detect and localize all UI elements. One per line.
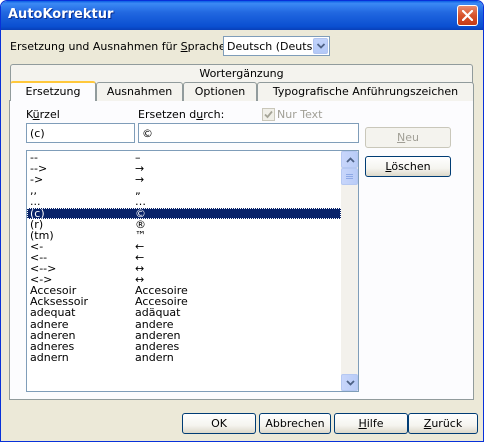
list-item-short: adnere: [30, 317, 69, 331]
replacement-list-rows: -- – --> → -> →,, „... … (c) © (r) ® (tm) ™ <- ← <-- ← <--…: [27, 151, 341, 391]
chevron-down-icon: [317, 43, 325, 49]
checkmark-icon: [264, 110, 273, 119]
list-item[interactable]: -- –: [27, 152, 341, 163]
window-title: AutoKorrektur: [8, 7, 114, 22]
list-item-replacement: andern: [135, 350, 174, 364]
list-item[interactable]: adneren anderen: [27, 330, 341, 341]
list-item[interactable]: (r) ®: [27, 219, 341, 230]
tab-ersetzung[interactable]: Ersetzung: [10, 81, 96, 101]
language-label: Ersetzung und Ausnahmen für Sprache:: [10, 40, 230, 53]
list-scrollbar[interactable]: [341, 151, 358, 391]
list-item[interactable]: <--> ↔: [27, 263, 341, 274]
list-item[interactable]: adequat adäquat: [27, 307, 341, 318]
replacement-list[interactable]: -- – --> → -> →,, „... … (c) © (r) ® (tm) ™ <- ← <-- ← <--…: [26, 150, 359, 392]
title-bar[interactable]: AutoKorrektur: [1, 1, 483, 30]
list-item-short: (r): [30, 217, 44, 231]
cancel-button[interactable]: Abbrechen: [259, 413, 331, 434]
list-item[interactable]: adnern andern: [27, 352, 341, 363]
list-item[interactable]: --> →: [27, 163, 341, 174]
list-item-replacement: andere: [135, 317, 174, 331]
ok-button[interactable]: OK: [182, 413, 256, 434]
text-only-checkbox[interactable]: [262, 108, 275, 121]
replace-input[interactable]: ©: [138, 123, 359, 143]
list-item[interactable]: ,, „: [27, 185, 341, 196]
language-select[interactable]: Deutsch (Deutschland): [223, 36, 330, 56]
list-item-replacement: adäquat: [135, 306, 181, 320]
replace-label: Ersetzen durch:: [138, 108, 225, 121]
tab-optionen[interactable]: Optionen: [183, 82, 257, 101]
list-item-short: ...: [30, 195, 41, 209]
autokorrektur-dialog: AutoKorrektur Ersetzung und Ausnahmen fü…: [0, 0, 484, 442]
list-item[interactable]: (c) ©: [27, 206, 341, 220]
list-item[interactable]: ... …: [27, 196, 341, 207]
scroll-down-button[interactable]: [341, 374, 358, 391]
list-item[interactable]: (tm) ™: [27, 230, 341, 241]
delete-button[interactable]: Löschen: [365, 156, 451, 177]
new-button[interactable]: Neu: [365, 127, 451, 148]
close-icon: [462, 10, 473, 21]
list-item-short: adnern: [30, 350, 69, 364]
list-item[interactable]: <-- ←: [27, 252, 341, 263]
chevron-down-icon: [346, 380, 355, 386]
text-only-label: Nur Text: [277, 108, 323, 121]
list-item-short: (c): [30, 206, 45, 220]
list-item[interactable]: <- ←: [27, 241, 341, 252]
scroll-thumb[interactable]: [341, 168, 358, 185]
list-item-short: adneren: [30, 328, 76, 342]
list-item-replacement: anderen: [135, 328, 181, 342]
chevron-up-icon: [346, 157, 355, 163]
list-item-replacement: …: [135, 195, 146, 209]
language-dropdown-button[interactable]: [313, 38, 328, 54]
close-button[interactable]: [457, 5, 478, 26]
short-label: Kürzel: [26, 108, 60, 121]
list-item-replacement: ®: [135, 217, 146, 231]
list-item-short: adequat: [30, 306, 76, 320]
tab-ausnahmen[interactable]: Ausnahmen: [96, 82, 183, 101]
list-item[interactable]: adneres anderes: [27, 341, 341, 352]
dialog-body: Ersetzung und Ausnahmen für Sprache: Deu…: [4, 30, 480, 439]
short-input[interactable]: (c): [26, 123, 135, 143]
list-item[interactable]: -> →: [27, 174, 341, 185]
language-select-value: Deutsch (Deutschland): [227, 40, 312, 53]
help-button[interactable]: Hilfe: [334, 413, 408, 434]
scroll-up-button[interactable]: [341, 151, 358, 168]
back-button[interactable]: Zurück: [408, 413, 478, 434]
tab-typografische-anfuehrungszeichen[interactable]: Typografische Anführungszeichen: [257, 82, 474, 101]
list-item[interactable]: adnere andere: [27, 319, 341, 330]
list-item-replacement: ©: [135, 206, 146, 220]
